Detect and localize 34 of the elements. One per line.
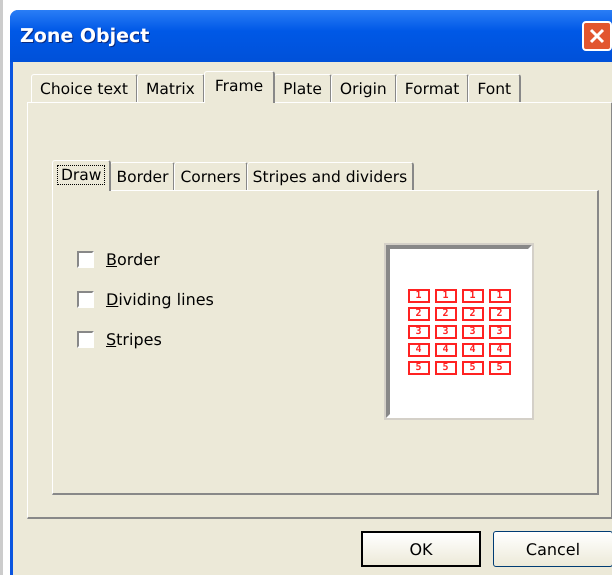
window-title: Zone Object [20, 25, 150, 47]
zone-cell: 5 [462, 360, 484, 374]
checkbox-label[interactable]: Dividing lines [106, 290, 214, 308]
cancel-button[interactable]: Cancel [493, 531, 612, 567]
ok-button[interactable]: OK [361, 531, 481, 567]
checkbox-label[interactable]: Stripes [106, 330, 162, 348]
close-icon [588, 27, 606, 45]
zone-cell: 1 [408, 288, 430, 302]
checkbox[interactable] [77, 330, 94, 348]
checkbox-label[interactable]: Border [106, 250, 160, 268]
close-button[interactable] [582, 21, 612, 51]
tab[interactable]: Draw [52, 160, 112, 191]
zone-cell: 5 [434, 360, 456, 374]
zone-cell: 4 [408, 342, 430, 356]
zone-cell: 1 [462, 288, 484, 302]
tab[interactable]: Format [396, 74, 470, 102]
tab[interactable]: Matrix [137, 74, 205, 102]
checkbox[interactable] [77, 250, 94, 268]
tab[interactable]: Border [110, 162, 176, 190]
tab[interactable]: Origin [330, 74, 397, 102]
tab[interactable]: Font [468, 74, 522, 102]
tab[interactable]: Choice text [31, 74, 138, 102]
zone-cell: 1 [434, 288, 456, 302]
zone-cell: 4 [488, 342, 510, 356]
zone-cell: 1 [488, 288, 510, 302]
zone-cell: 4 [434, 342, 456, 356]
tab[interactable]: Frame [204, 71, 276, 103]
zone-cell: 5 [488, 360, 510, 374]
tab[interactable]: Stripes and dividers [246, 162, 414, 190]
tab[interactable]: Plate [274, 74, 332, 102]
checkbox[interactable] [77, 290, 94, 308]
tab[interactable]: Corners [174, 162, 248, 190]
zone-cell: 5 [408, 360, 430, 374]
zone-cell: 4 [462, 342, 484, 356]
